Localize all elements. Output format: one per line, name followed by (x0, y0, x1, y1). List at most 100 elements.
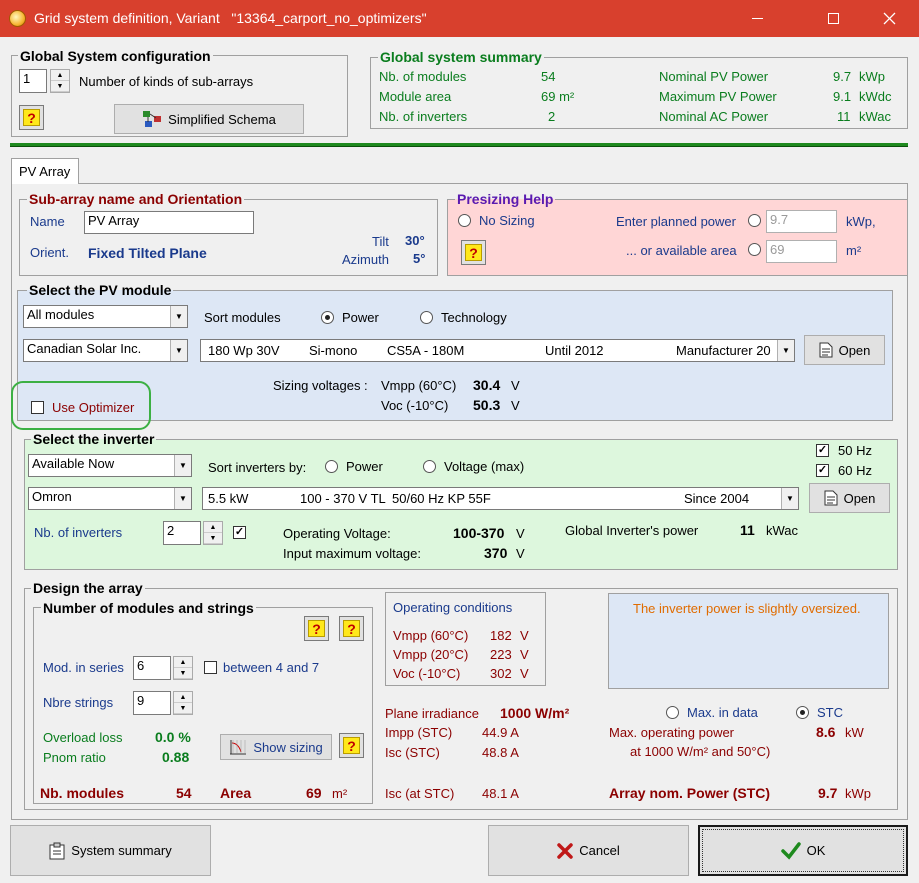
tilt-label: Tilt (372, 234, 389, 249)
inverter-model-since: Since 2004 (684, 491, 750, 506)
max-in-data-radio[interactable] (666, 706, 679, 719)
nb-inverters-input[interactable]: 2 (163, 521, 201, 545)
area-label: ... or available area (626, 243, 737, 258)
inverter-filter-value: Available Now (32, 456, 115, 471)
sizing-help-button[interactable]: ? (339, 733, 364, 758)
help-icon: ? (23, 109, 40, 126)
chevron-down-icon: ▼ (174, 488, 191, 509)
between-label: between 4 and 7 (223, 660, 320, 675)
tab-pv-array[interactable]: PV Array (11, 158, 79, 184)
chevron-down-icon: ▼ (170, 306, 187, 327)
presizing-help-button[interactable]: ? (461, 240, 486, 265)
max-voltage-unit: V (516, 546, 525, 561)
strings-label: Nbre strings (43, 695, 114, 710)
help-icon: ? (465, 244, 482, 261)
nb-modules-label: Nb. of modules (379, 69, 467, 84)
clipboard-icon (49, 842, 65, 859)
nb-inverters-checkbox[interactable]: ✓ (233, 526, 246, 539)
series-spinner[interactable]: ▲ ▼ (173, 656, 193, 680)
strings-help-button-1[interactable]: ? (304, 616, 329, 641)
sort-inv-voltage-radio[interactable] (423, 460, 436, 473)
app-icon (9, 10, 26, 27)
strings-help-button-2[interactable]: ? (339, 616, 364, 641)
isc-at-stc-value: 48.1 A (482, 786, 519, 801)
inverter-open-button[interactable]: Open (809, 483, 890, 513)
irradiance-value: 1000 W/m² (500, 705, 570, 721)
planned-power-radio[interactable] (748, 214, 761, 227)
pnom-label: Pnom ratio (43, 750, 106, 765)
strings-spinner[interactable]: ▲ ▼ (173, 691, 193, 715)
sort-technology-radio[interactable] (420, 311, 433, 324)
cancel-button[interactable]: Cancel (488, 825, 689, 876)
stc-radio[interactable] (796, 706, 809, 719)
orient-value[interactable]: Fixed Tilted Plane (88, 245, 207, 261)
no-sizing-radio[interactable] (458, 214, 471, 227)
planned-power-input[interactable]: 9.7 (766, 210, 837, 233)
sort-inv-power-radio[interactable] (325, 460, 338, 473)
close-button[interactable] (866, 0, 912, 37)
hz50-checkbox[interactable]: ✓ (816, 444, 829, 457)
inverter-model-select[interactable]: 5.5 kW 100 - 370 V TL 50/60 Hz KP 55F Si… (202, 487, 799, 510)
model-until: Until 2012 (545, 343, 604, 358)
spin-up-icon: ▲ (51, 70, 69, 81)
config-help-button[interactable]: ? (19, 105, 44, 130)
vmpp-value: 30.4 (473, 377, 501, 393)
inverter-model-range: 100 - 370 V TL (300, 491, 386, 506)
separator-bar (10, 143, 908, 147)
design-title: Design the array (31, 580, 145, 596)
simplified-schema-label: Simplified Schema (168, 111, 276, 127)
message-box: The inverter power is slightly oversized… (608, 593, 889, 689)
kinds-spinner[interactable]: ▲ ▼ (50, 69, 70, 93)
between-checkbox[interactable] (204, 661, 217, 674)
inverter-manufacturer-select[interactable]: Omron ▼ (28, 487, 192, 510)
system-summary-button[interactable]: System summary (10, 825, 211, 876)
module-filter-select[interactable]: All modules ▼ (23, 305, 188, 328)
sort-power-radio[interactable] (321, 311, 334, 324)
manufacturer-select[interactable]: Canadian Solar Inc. ▼ (23, 339, 188, 362)
presizing-title: Presizing Help (455, 191, 556, 207)
module-open-button[interactable]: Open (804, 335, 885, 365)
global-config-title: Global System configuration (18, 48, 213, 64)
kinds-input[interactable]: 1 (19, 69, 47, 93)
x-icon (557, 842, 574, 859)
cancel-label: Cancel (579, 843, 620, 858)
inverter-filter-select[interactable]: Available Now ▼ (28, 454, 192, 477)
minimize-button[interactable] (734, 0, 780, 37)
window-title: Grid system definition, Variant "13364_c… (34, 10, 427, 26)
presizing-group (447, 199, 908, 276)
ok-button[interactable]: OK (698, 825, 908, 876)
nom-pv-label: Nominal PV Power (659, 69, 769, 84)
module-model-select[interactable]: 180 Wp 30V Si-mono CS5A - 180M Until 201… (200, 339, 795, 362)
name-label: Name (30, 214, 65, 229)
model-tech: Si-mono (309, 343, 358, 358)
nb-inverters-spinner[interactable]: ▲ ▼ (203, 521, 223, 545)
strings-input[interactable]: 9 (133, 691, 171, 715)
module-open-label: Open (838, 342, 871, 358)
area-unit: m² (846, 243, 862, 258)
hz60-checkbox[interactable]: ✓ (816, 464, 829, 477)
simplified-schema-button[interactable]: Simplified Schema (114, 104, 304, 134)
name-input[interactable]: PV Array (84, 211, 254, 234)
schema-icon (143, 111, 162, 127)
area-input[interactable]: 69 (766, 240, 837, 263)
planned-power-unit: kWp, (846, 214, 876, 229)
irradiance-label: Plane irradiance (385, 706, 479, 721)
series-input[interactable]: 6 (133, 656, 171, 680)
max-op-power-unit: kW (845, 725, 864, 740)
chevron-down-icon: ▼ (170, 340, 187, 361)
sort-inv-power-label: Power (346, 459, 383, 474)
maximize-button[interactable] (810, 0, 856, 37)
voc10-label: Voc (-10°C) (393, 666, 461, 681)
pnom-value: 0.88 (162, 749, 190, 765)
voc10-value: 302 (490, 666, 512, 681)
inverter-title: Select the inverter (31, 431, 157, 447)
spin-down-icon: ▼ (174, 703, 192, 714)
use-optimizer-checkbox[interactable] (31, 401, 44, 414)
nb-modules-design-label: Nb. modules (40, 785, 125, 801)
area-radio[interactable] (748, 243, 761, 256)
hz50-label: 50 Hz (838, 443, 872, 458)
show-sizing-button[interactable]: Show sizing (220, 734, 332, 760)
isc-at-stc-label: Isc (at STC) (385, 786, 455, 801)
max-pv-unit: kWdc (859, 89, 892, 104)
max-voltage-label: Input maximum voltage: (283, 546, 422, 561)
